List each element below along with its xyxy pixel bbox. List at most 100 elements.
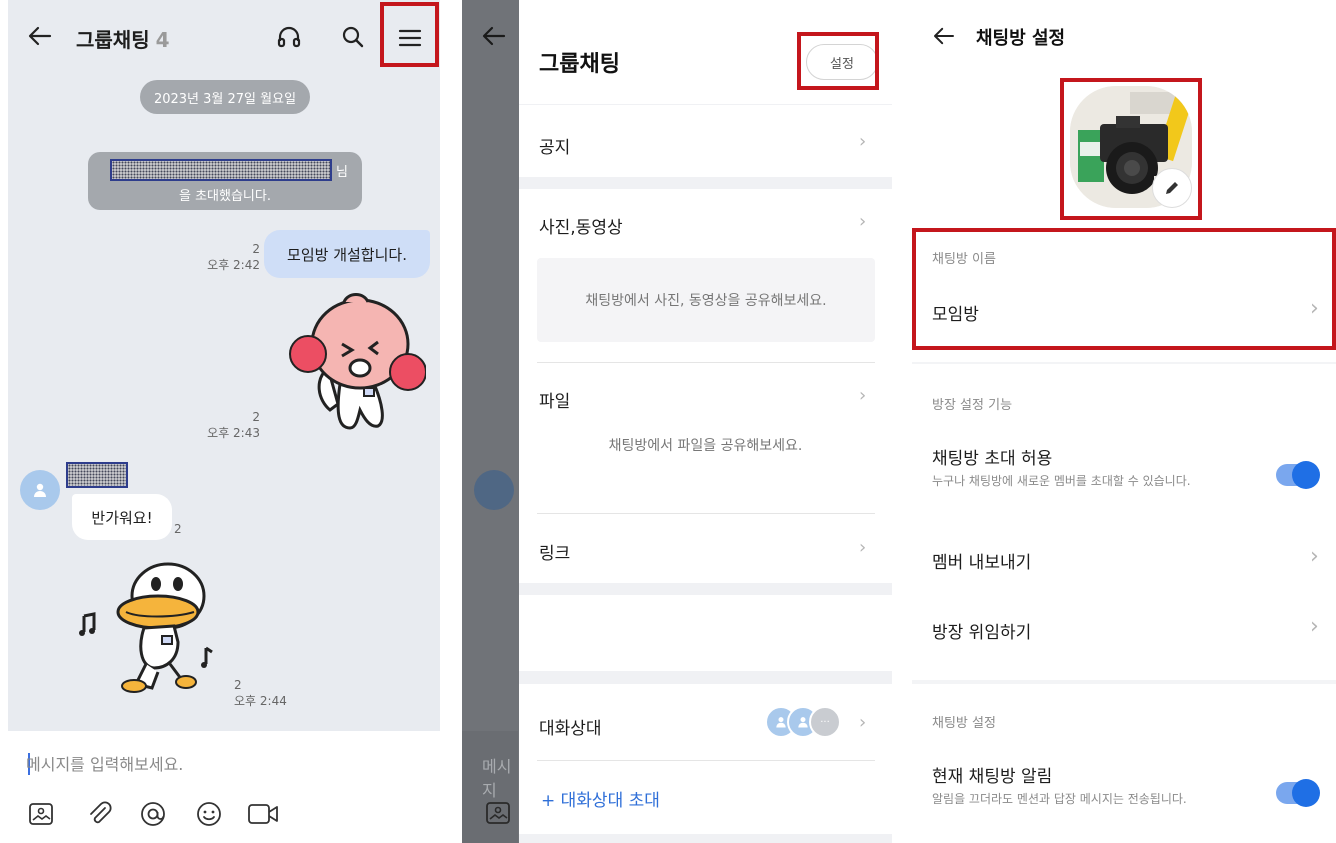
peach-cheer-sticker[interactable] xyxy=(278,292,426,440)
back-button[interactable] xyxy=(926,18,962,54)
drawer-header: 그룹채팅 설정 xyxy=(519,0,892,104)
invite-system-message: 님 을 초대했습니다. xyxy=(88,152,362,210)
notice-row[interactable]: 공지 › xyxy=(519,105,892,177)
person-icon xyxy=(34,483,46,497)
message-meta: 2 오후 2:43 xyxy=(198,410,260,441)
media-label: 사진,동영상 xyxy=(539,218,623,238)
chevron-right-icon: › xyxy=(859,537,867,558)
attach-file-button[interactable] xyxy=(82,797,116,831)
chevron-right-icon: › xyxy=(1310,296,1319,321)
chevron-right-icon: › xyxy=(859,385,867,406)
message-meta: 2 오후 2:42 xyxy=(198,242,260,273)
redacted-sender-name xyxy=(66,462,128,488)
member-count: 4 xyxy=(155,28,170,52)
file-empty-state: 채팅방에서 파일을 공유해보세요. xyxy=(608,438,803,454)
shared-content-section: 사진,동영상 › 채팅방에서 사진, 동영상을 공유해보세요. 파일 › 채팅방… xyxy=(519,189,892,583)
back-button[interactable] xyxy=(22,18,58,54)
at-sign-icon xyxy=(141,802,165,826)
allow-invite-title: 채팅방 초대 허용 xyxy=(932,449,1053,469)
unread-count: 2 xyxy=(252,410,260,424)
member-avatar[interactable] xyxy=(20,470,60,510)
chat-header: 그룹채팅 4 xyxy=(8,0,440,76)
invite-members-button[interactable]: + 대화상대 초대 xyxy=(541,786,660,811)
person-icon xyxy=(798,717,808,728)
settings-button[interactable]: 설정 xyxy=(806,44,878,80)
hamburger-menu-icon xyxy=(398,29,422,47)
settings-title: 채팅방 설정 xyxy=(976,28,1066,49)
chevron-right-icon: › xyxy=(859,712,867,733)
allow-invite-toggle[interactable] xyxy=(1276,461,1320,489)
link-label: 링크 xyxy=(539,544,571,564)
mention-button[interactable] xyxy=(136,797,170,831)
media-empty-state: 채팅방에서 사진, 동영상을 공유해보세요. xyxy=(537,258,875,342)
member-avatar-stack: ··· xyxy=(765,706,855,738)
message-time: 오후 2:43 xyxy=(207,426,260,440)
voice-talk-button[interactable] xyxy=(272,20,306,54)
notify-toggle[interactable] xyxy=(1276,779,1320,807)
message-composer xyxy=(8,731,440,843)
back-button[interactable] xyxy=(476,18,512,54)
notify-title: 현재 채팅방 알림 xyxy=(932,767,1053,787)
redacted-name xyxy=(110,159,332,181)
chat-room-screen: 그룹채팅 4 2023년 3월 27일 월요일 님 을 초대했습니다. 2 오후 … xyxy=(8,0,440,843)
chevron-right-icon: › xyxy=(1310,614,1319,639)
chat-title: 그룹채팅 4 xyxy=(76,24,170,53)
members-section: 대화상대 ··· › + 대화상대 초대 xyxy=(519,684,892,834)
blank-section xyxy=(519,595,892,671)
notify-desc: 알림을 끄더라도 멘션과 답장 메시지는 전송됩니다. xyxy=(932,792,1187,806)
person-icon xyxy=(776,717,786,728)
more-members-badge: ··· xyxy=(809,706,841,738)
side-drawer: 그룹채팅 설정 공지 › 사진,동영상 › 채팅방에서 사진, 동영상을 공유해… xyxy=(519,0,892,843)
settings-top-section: 채팅방 설정 채팅방 이름 모임방 › xyxy=(912,0,1336,362)
chat-title-text: 그룹채팅 xyxy=(76,28,150,52)
arrow-left-icon xyxy=(934,27,954,45)
kick-member-label: 멤버 내보내기 xyxy=(932,553,1032,573)
divider xyxy=(537,362,875,363)
toggle-knob xyxy=(1292,779,1320,807)
search-button[interactable] xyxy=(336,20,370,54)
file-label: 파일 xyxy=(539,392,571,412)
room-name-value: 모임방 xyxy=(932,305,979,325)
room-name-label: 채팅방 이름 xyxy=(932,252,996,267)
chat-drawer-screen: 메시지 그룹채팅 설정 공지 › 사진,동영상 › 채팅방에서 사진, 동영상을… xyxy=(462,0,892,843)
other-message-bubble[interactable]: 반가워요! xyxy=(72,494,172,540)
unread-count: 2 xyxy=(252,242,260,256)
video-button[interactable] xyxy=(246,797,280,831)
divider xyxy=(537,513,875,514)
invite-text: 을 초대했습니다. xyxy=(179,189,271,204)
toggle-knob xyxy=(1292,461,1320,489)
chevron-right-icon: › xyxy=(1310,544,1319,569)
unread-count: 2 xyxy=(234,678,242,692)
image-icon xyxy=(486,802,510,824)
dimmed-composer: 메시지 xyxy=(462,731,518,843)
paperclip-icon xyxy=(90,801,112,824)
search-icon xyxy=(342,26,364,48)
message-time: 오후 2:44 xyxy=(234,694,287,708)
room-settings-screen: 채팅방 설정 채팅방 이름 모임방 › 방장 설정 기능 채팅방 초대 허용 누… xyxy=(912,0,1336,843)
message-meta: 2 오후 2:44 xyxy=(198,678,288,709)
arrow-left-icon xyxy=(28,26,52,46)
invite-suffix: 님 xyxy=(336,165,348,180)
dimmed-avatar xyxy=(474,470,514,510)
message-time: 오후 2:42 xyxy=(207,258,260,272)
edit-photo-button[interactable] xyxy=(1152,168,1192,208)
date-divider: 2023년 3월 27일 월요일 xyxy=(140,80,310,114)
image-icon xyxy=(29,803,53,825)
chevron-right-icon: › xyxy=(859,131,867,152)
photo-button[interactable] xyxy=(24,797,58,831)
emoticon-button[interactable] xyxy=(192,797,226,831)
menu-button[interactable] xyxy=(382,10,438,66)
allow-invite-desc: 누구나 채팅방에 새로운 멤버를 초대할 수 있습니다. xyxy=(932,474,1191,488)
notice-label: 공지 xyxy=(539,138,571,158)
message-input[interactable] xyxy=(26,749,406,779)
dimmed-placeholder: 메시지 xyxy=(482,757,512,800)
headset-icon xyxy=(277,26,301,48)
my-message-bubble[interactable]: 모임방 개설합니다. xyxy=(264,230,430,278)
divider xyxy=(537,760,875,761)
chevron-right-icon: › xyxy=(859,211,867,232)
room-section-label: 채팅방 설정 xyxy=(932,716,996,731)
room-settings-section: 채팅방 설정 현재 채팅방 알림 알림을 끄더라도 멘션과 답장 메시지는 전송… xyxy=(912,684,1336,843)
arrow-left-icon xyxy=(482,26,506,46)
video-camera-icon xyxy=(248,804,278,824)
pencil-icon xyxy=(1166,182,1178,194)
